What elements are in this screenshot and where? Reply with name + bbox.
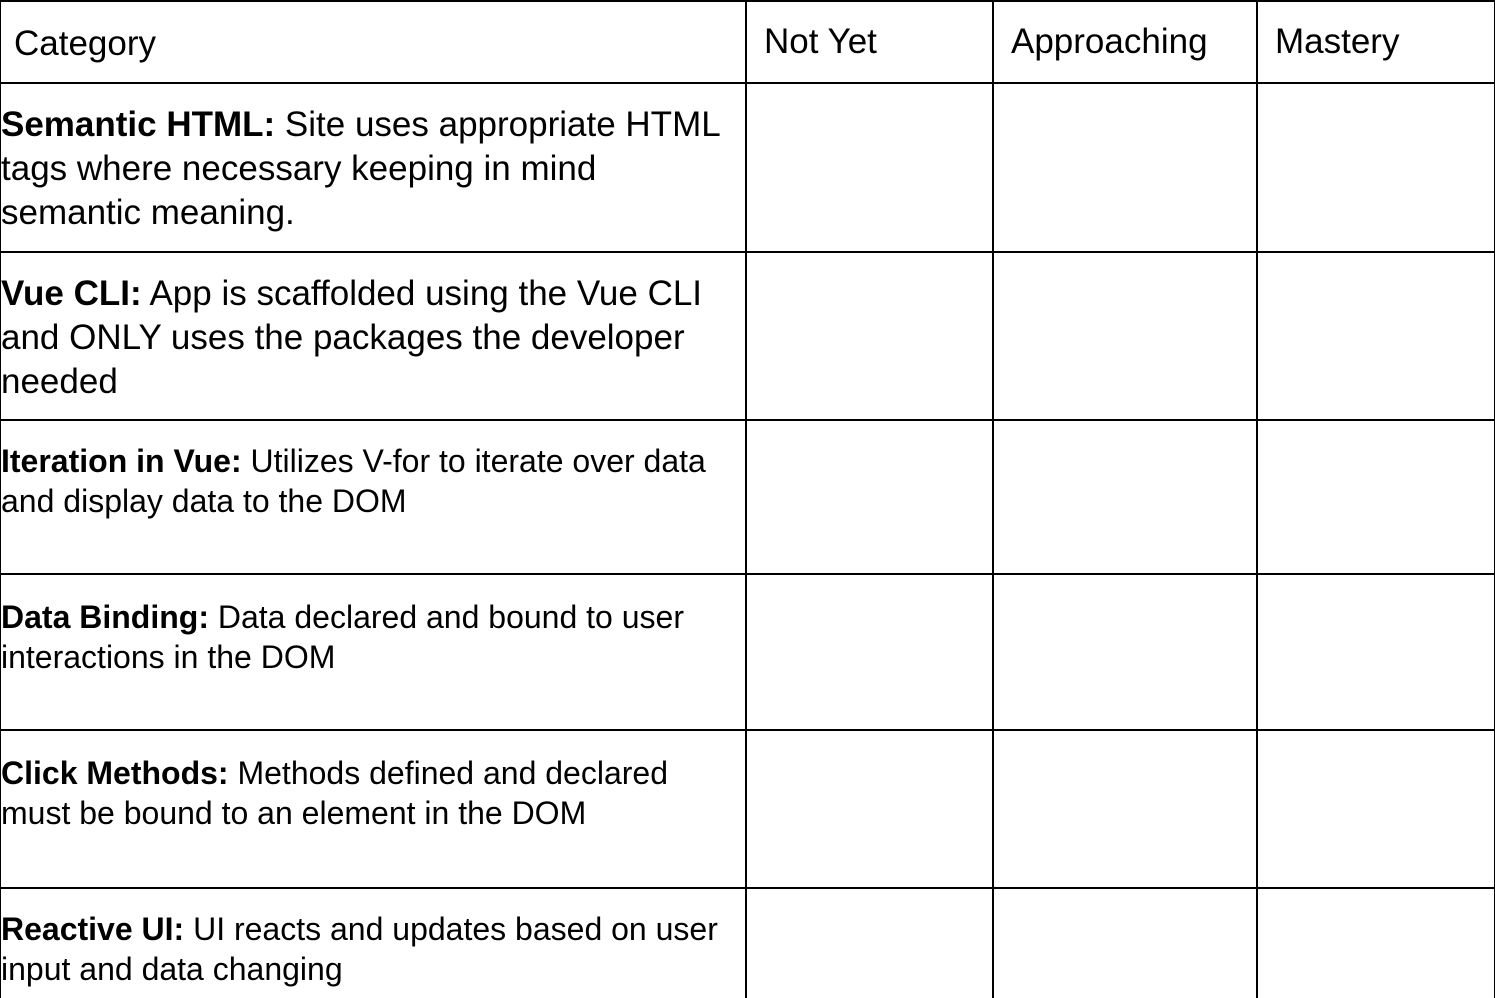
approaching-cell xyxy=(992,251,1258,421)
approaching-cell xyxy=(992,729,1258,889)
not-yet-cell xyxy=(745,729,994,889)
category-name: Semantic HTML: xyxy=(1,105,276,144)
rubric-document: Category Not Yet Approaching Mastery Sem… xyxy=(0,0,1495,998)
not-yet-header: Not Yet xyxy=(745,0,994,84)
not-yet-cell xyxy=(745,251,994,421)
category-cell: Reactive UI: UI reacts and updates based… xyxy=(0,887,747,998)
category-cell: Iteration in Vue: Utilizes V-for to iter… xyxy=(0,419,747,575)
table-row: Vue CLI: App is scaffolded using the Vue… xyxy=(0,251,1495,421)
approaching-cell xyxy=(992,82,1258,253)
mastery-cell xyxy=(1256,251,1495,421)
mastery-cell xyxy=(1256,419,1495,575)
category-name: Iteration in Vue: xyxy=(1,443,242,479)
table-row: Click Methods: Methods defined and decla… xyxy=(0,729,1495,889)
mastery-cell xyxy=(1256,887,1495,998)
category-name: Reactive UI: xyxy=(1,911,185,947)
mastery-cell xyxy=(1256,82,1495,253)
rubric-table: Category Not Yet Approaching Mastery Sem… xyxy=(0,0,1495,998)
approaching-cell xyxy=(992,419,1258,575)
not-yet-cell xyxy=(745,419,994,575)
category-cell: Vue CLI: App is scaffolded using the Vue… xyxy=(0,251,747,421)
approaching-header: Approaching xyxy=(992,0,1258,84)
category-name: Vue CLI: xyxy=(1,274,142,313)
table-row: Data Binding: Data declared and bound to… xyxy=(0,573,1495,731)
not-yet-cell xyxy=(745,887,994,998)
category-cell: Click Methods: Methods defined and decla… xyxy=(0,729,747,889)
header-row: Category Not Yet Approaching Mastery xyxy=(0,0,1495,84)
category-name: Click Methods: xyxy=(1,755,229,791)
category-cell: Data Binding: Data declared and bound to… xyxy=(0,573,747,731)
mastery-cell xyxy=(1256,573,1495,731)
table-row: Semantic HTML: Site uses appropriate HTM… xyxy=(0,82,1495,253)
approaching-cell xyxy=(992,887,1258,998)
category-header: Category xyxy=(0,0,747,84)
table-row: Reactive UI: UI reacts and updates based… xyxy=(0,887,1495,998)
not-yet-cell xyxy=(745,82,994,253)
category-name: Data Binding: xyxy=(1,599,209,635)
approaching-cell xyxy=(992,573,1258,731)
mastery-cell xyxy=(1256,729,1495,889)
table-row: Iteration in Vue: Utilizes V-for to iter… xyxy=(0,419,1495,575)
mastery-header: Mastery xyxy=(1256,0,1495,84)
not-yet-cell xyxy=(745,573,994,731)
category-cell: Semantic HTML: Site uses appropriate HTM… xyxy=(0,82,747,253)
